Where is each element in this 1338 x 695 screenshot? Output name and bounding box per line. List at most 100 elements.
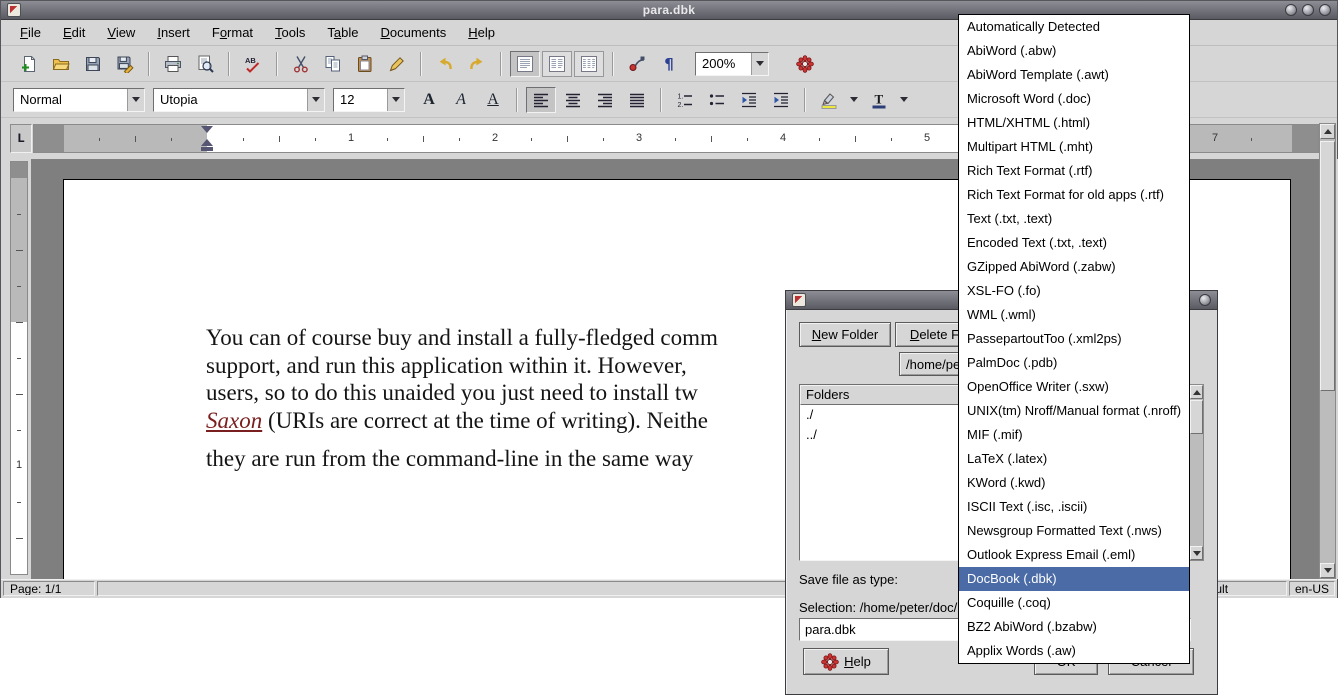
save-as-button[interactable] xyxy=(110,51,140,77)
italic-button[interactable]: A xyxy=(446,87,476,113)
file-type-option[interactable]: Multipart HTML (.mht) xyxy=(959,135,1189,159)
decrease-indent-button[interactable] xyxy=(734,87,764,113)
format-painter-button[interactable] xyxy=(382,51,412,77)
font-color-button[interactable]: T xyxy=(864,87,894,113)
file-type-option[interactable]: WML (.wml) xyxy=(959,303,1189,327)
file-type-option[interactable]: Microsoft Word (.doc) xyxy=(959,87,1189,111)
file-type-option[interactable]: Applix Words (.aw) xyxy=(959,639,1189,663)
style-combobox[interactable]: Normal xyxy=(13,88,145,112)
file-type-option[interactable]: PassepartoutToo (.xml2ps) xyxy=(959,327,1189,351)
menu-tools[interactable]: Tools xyxy=(264,22,316,43)
zoom-combobox[interactable]: 200% xyxy=(695,52,769,76)
font-combobox-arrow[interactable] xyxy=(307,89,324,111)
spellcheck-button[interactable]: AB xyxy=(238,51,268,77)
files-scroll-down-button[interactable] xyxy=(1190,546,1203,560)
paste-button[interactable] xyxy=(350,51,380,77)
files-scrollbar-thumb[interactable] xyxy=(1190,400,1203,434)
font-combobox[interactable]: Utopia xyxy=(153,88,325,112)
undo-icon xyxy=(436,55,454,73)
vertical-scrollbar[interactable] xyxy=(1319,123,1336,579)
hyperlink-saxon[interactable]: Saxon xyxy=(206,408,262,433)
menu-table[interactable]: Table xyxy=(316,22,369,43)
first-line-indent-marker[interactable] xyxy=(201,126,213,133)
file-type-option[interactable]: PalmDoc (.pdb) xyxy=(959,351,1189,375)
align-center-button[interactable] xyxy=(558,87,588,113)
font-size-combobox-arrow[interactable] xyxy=(387,89,404,111)
layout-3-column-button[interactable] xyxy=(574,51,604,77)
layout-2-column-button[interactable] xyxy=(542,51,572,77)
menu-file[interactable]: File xyxy=(9,22,52,43)
file-type-option[interactable]: KWord (.kwd) xyxy=(959,471,1189,495)
font-size-combobox[interactable]: 12 xyxy=(333,88,405,112)
insert-symbol-button[interactable] xyxy=(622,51,652,77)
layout-1-column-button[interactable] xyxy=(510,51,540,77)
cut-button[interactable] xyxy=(286,51,316,77)
file-type-option[interactable]: Encoded Text (.txt, .text) xyxy=(959,231,1189,255)
menu-help[interactable]: Help xyxy=(457,22,506,43)
menu-edit[interactable]: Edit xyxy=(52,22,96,43)
new-document-button[interactable] xyxy=(14,51,44,77)
style-combobox-arrow[interactable] xyxy=(127,89,144,111)
file-type-option[interactable]: MIF (.mif) xyxy=(959,423,1189,447)
spellcheck-icon: AB xyxy=(244,55,262,73)
file-type-option[interactable]: Coquille (.coq) xyxy=(959,591,1189,615)
redo-button[interactable] xyxy=(462,51,492,77)
left-indent-marker-box[interactable] xyxy=(201,147,213,151)
left-indent-marker[interactable] xyxy=(201,139,213,146)
file-type-option[interactable]: GZipped AbiWord (.zabw) xyxy=(959,255,1189,279)
highlight-color-button[interactable] xyxy=(814,87,844,113)
open-folder-button[interactable] xyxy=(46,51,76,77)
font-color-dropdown-button[interactable] xyxy=(896,87,912,113)
ruler-tick xyxy=(891,138,892,141)
file-type-option[interactable]: OpenOffice Writer (.sxw) xyxy=(959,375,1189,399)
menu-view[interactable]: View xyxy=(96,22,146,43)
file-type-option[interactable]: Rich Text Format (.rtf) xyxy=(959,159,1189,183)
underline-button[interactable]: A xyxy=(478,87,508,113)
minimize-button[interactable] xyxy=(1285,4,1297,16)
new-folder-button[interactable]: New Folder xyxy=(799,322,891,347)
close-button[interactable] xyxy=(1319,4,1331,16)
file-type-option[interactable]: Automatically Detected xyxy=(959,15,1189,39)
help-button[interactable]: Help xyxy=(803,648,889,675)
save-button[interactable] xyxy=(78,51,108,77)
file-type-option[interactable]: BZ2 AbiWord (.bzabw) xyxy=(959,615,1189,639)
zoom-combobox-arrow[interactable] xyxy=(751,53,768,75)
align-justify-button[interactable] xyxy=(622,87,652,113)
file-type-option[interactable]: LaTeX (.latex) xyxy=(959,447,1189,471)
bold-button[interactable]: A xyxy=(414,87,444,113)
file-type-option[interactable]: AbiWord Template (.awt) xyxy=(959,63,1189,87)
scroll-down-button[interactable] xyxy=(1320,563,1335,578)
file-type-option[interactable]: Newsgroup Formatted Text (.nws) xyxy=(959,519,1189,543)
file-type-option[interactable]: DocBook (.dbk) xyxy=(959,567,1189,591)
help-flower-button[interactable] xyxy=(790,51,820,77)
copy-button[interactable] xyxy=(318,51,348,77)
tab-selector[interactable]: L xyxy=(10,124,32,153)
menu-format[interactable]: Format xyxy=(201,22,264,43)
menu-insert[interactable]: Insert xyxy=(146,22,201,43)
bullet-list-button[interactable] xyxy=(702,87,732,113)
numbered-list-button[interactable]: 1.2. xyxy=(670,87,700,113)
menu-documents[interactable]: Documents xyxy=(370,22,458,43)
scroll-up-button[interactable] xyxy=(1320,124,1335,139)
align-right-button[interactable] xyxy=(590,87,620,113)
file-type-option[interactable]: HTML/XHTML (.html) xyxy=(959,111,1189,135)
dialog-close-button[interactable] xyxy=(1199,294,1211,306)
show-formatting-button[interactable]: ¶ xyxy=(654,51,684,77)
align-left-button[interactable] xyxy=(526,87,556,113)
undo-button[interactable] xyxy=(430,51,460,77)
file-type-option[interactable]: XSL-FO (.fo) xyxy=(959,279,1189,303)
highlight-color-dropdown-button[interactable] xyxy=(846,87,862,113)
file-type-option[interactable]: AbiWord (.abw) xyxy=(959,39,1189,63)
print-button[interactable] xyxy=(158,51,188,77)
increase-indent-button[interactable] xyxy=(766,87,796,113)
scrollbar-thumb[interactable] xyxy=(1320,141,1335,391)
file-type-option[interactable]: Outlook Express Email (.eml) xyxy=(959,543,1189,567)
files-list-scrollbar[interactable] xyxy=(1189,384,1204,561)
maximize-button[interactable] xyxy=(1302,4,1314,16)
file-type-option[interactable]: Text (.txt, .text) xyxy=(959,207,1189,231)
print-preview-button[interactable] xyxy=(190,51,220,77)
file-type-option[interactable]: ISCII Text (.isc, .iscii) xyxy=(959,495,1189,519)
file-type-option[interactable]: Rich Text Format for old apps (.rtf) xyxy=(959,183,1189,207)
file-type-option[interactable]: UNIX(tm) Nroff/Manual format (.nroff) xyxy=(959,399,1189,423)
files-scroll-up-button[interactable] xyxy=(1190,385,1203,399)
